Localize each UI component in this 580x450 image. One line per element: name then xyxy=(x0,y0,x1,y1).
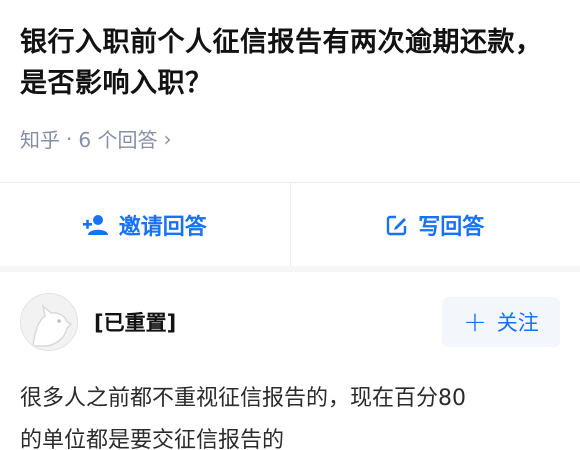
answer-excerpt[interactable]: 很多人之前都不重视征信报告的，现在百分80 的单位都是要交征信报告的 xyxy=(20,378,560,450)
write-answer-button[interactable]: 写回答 xyxy=(289,183,580,266)
plus-icon: + xyxy=(463,305,487,338)
answer-card: [已重置] + 关注 很多人之前都不重视征信报告的，现在百分80 的单位都是要交… xyxy=(0,272,580,450)
write-answer-label: 写回答 xyxy=(418,214,485,240)
follow-label: 关注 xyxy=(496,311,539,335)
invite-answer-button[interactable]: 邀请回答 xyxy=(0,183,290,266)
question-title[interactable]: 银行入职前个人征信报告有两次逾期还款，是否影响入职？ xyxy=(20,22,560,104)
avatar[interactable] xyxy=(20,293,78,351)
source-label: 知乎 xyxy=(20,128,60,152)
action-bar: 邀请回答 写回答 xyxy=(0,182,580,266)
add-user-icon xyxy=(82,214,108,235)
meta-separator: · xyxy=(66,126,73,151)
edit-icon xyxy=(387,215,407,235)
follow-button[interactable]: + 关注 xyxy=(442,297,560,347)
answer-count: 6 个回答 xyxy=(78,128,158,152)
answer-text-line: 很多人之前都不重视征信报告的，现在百分80 xyxy=(20,386,466,411)
author-name[interactable]: [已重置] xyxy=(94,307,442,337)
question-meta[interactable]: 知乎 · 6 个回答 › xyxy=(20,124,560,153)
invite-answer-label: 邀请回答 xyxy=(118,214,207,240)
author-row: [已重置] + 关注 xyxy=(20,292,560,352)
answer-text-line: 的单位都是要交征信报告的 xyxy=(20,428,285,450)
question-header: 银行入职前个人征信报告有两次逾期还款，是否影响入职？ 知乎 · 6 个回答 › xyxy=(0,0,580,182)
default-avatar-icon xyxy=(21,294,77,350)
chevron-right-icon: › xyxy=(163,126,172,151)
